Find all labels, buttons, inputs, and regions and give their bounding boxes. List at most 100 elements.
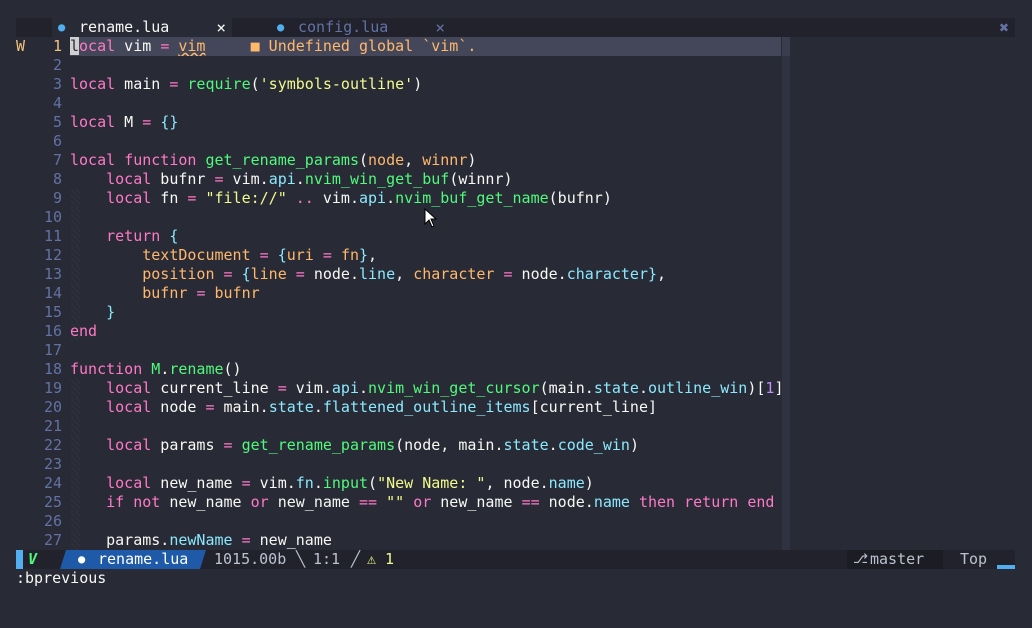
code-line[interactable]: 11 return { [16, 227, 1015, 246]
code-line[interactable]: 20 local node = main.state.flattened_out… [16, 398, 1015, 417]
code-text[interactable] [70, 512, 781, 531]
line-number: 21 [43, 417, 62, 435]
warning-count: 1 [385, 550, 395, 568]
separator: ╱ [351, 550, 361, 568]
line-number: 14 [43, 284, 62, 302]
code-line[interactable]: 9 local fn = "file://" .. vim.api.nvim_b… [16, 189, 1015, 208]
code-text[interactable]: bufnr = bufnr [70, 284, 781, 303]
git-branch-label: master [870, 550, 925, 568]
code-line[interactable]: 6 [16, 132, 1015, 151]
line-number: 19 [43, 379, 62, 397]
code-text[interactable]: local new_name = vim.fn.input("New Name:… [70, 474, 781, 493]
code-text[interactable]: local vim = vim ■ Undefined global `vim`… [70, 37, 781, 56]
line-number: 23 [43, 455, 62, 473]
line-number: 7 [52, 151, 62, 169]
code-line[interactable]: 22 local params = get_rename_params(node… [16, 436, 1015, 455]
code-line[interactable]: 3 local main = require('symbols-outline') [16, 75, 1015, 94]
code-line[interactable]: 19 local current_line = vim.api.nvim_win… [16, 379, 1015, 398]
code-text[interactable] [70, 341, 781, 360]
code-text[interactable]: local params = get_rename_params(node, m… [70, 436, 781, 455]
code-text[interactable] [70, 417, 781, 436]
separator: ╲ [296, 550, 306, 568]
command-line[interactable]: :bprevious [16, 569, 1015, 588]
code-text[interactable]: local M = {} [70, 113, 781, 132]
code-line[interactable]: 4 [16, 94, 1015, 113]
code-line[interactable]: 2 [16, 56, 1015, 75]
terminal-window: ● rename.lua × ● config.lua × ✖ W 1 local … [16, 18, 1015, 598]
statusline-left-accent [16, 550, 23, 569]
code-text[interactable] [70, 94, 781, 113]
code-text[interactable]: local fn = "file://" .. vim.api.nvim_buf… [70, 189, 781, 208]
git-branch: ⎇ master [847, 550, 943, 569]
statusline-filename-label: rename.lua [98, 550, 189, 568]
tab-close-icon[interactable]: × [216, 18, 226, 37]
line-number: 9 [52, 189, 62, 207]
code-text[interactable]: function M.rename() [70, 360, 781, 379]
cursor-position: 1:1 [313, 550, 341, 568]
code-text[interactable] [70, 132, 781, 151]
tab-close-icon[interactable]: × [435, 18, 445, 37]
line-number: 18 [43, 360, 62, 378]
scroll-position: Top [960, 550, 988, 568]
line-number: 10 [43, 208, 62, 226]
line-number: 8 [52, 170, 62, 188]
code-text[interactable]: local function get_rename_params(node, w… [70, 151, 781, 170]
tab-label: rename.lua [79, 18, 170, 36]
code-line[interactable]: 21 [16, 417, 1015, 436]
line-number: 26 [43, 512, 62, 530]
line-number: 1 [52, 37, 62, 55]
line-number: 25 [43, 493, 62, 511]
lua-file-icon: ● [277, 20, 285, 34]
line-number: 15 [43, 303, 62, 321]
code-text[interactable]: local bufnr = vim.api.nvim_win_get_buf(w… [70, 170, 781, 189]
code-text[interactable] [70, 56, 781, 75]
code-line[interactable]: 8 local bufnr = vim.api.nvim_win_get_buf… [16, 170, 1015, 189]
code-line[interactable]: 18 function M.rename() [16, 360, 1015, 379]
code-line[interactable]: 23 [16, 455, 1015, 474]
line-number: 27 [43, 531, 62, 549]
tab-rename-lua[interactable]: ● rename.lua × [52, 18, 232, 37]
code-text[interactable]: if not new_name or new_name == "" or new… [70, 493, 781, 512]
code-line[interactable]: 27 params.newName = new_name [16, 531, 1015, 550]
line-number: 2 [52, 56, 62, 74]
mode-indicator: V [28, 550, 38, 568]
code-editor[interactable]: W 1 local vim = vim ■ Undefined global `vi… [16, 37, 1015, 550]
close-all-icon[interactable]: ✖ [999, 18, 1009, 37]
line-number: 3 [52, 75, 62, 93]
code-text[interactable]: textDocument = {uri = fn}, [70, 246, 781, 265]
line-number: 12 [43, 246, 62, 264]
line-number: 4 [52, 94, 62, 112]
mouse-pointer-icon [424, 208, 438, 228]
code-line[interactable]: 7 local function get_rename_params(node, … [16, 151, 1015, 170]
line-number: 16 [43, 322, 62, 340]
code-line[interactable]: 16 end [16, 322, 1015, 341]
code-line[interactable]: 25 if not new_name or new_name == "" or … [16, 493, 1015, 512]
line-number: 5 [52, 113, 62, 131]
file-size: 1015.00b [214, 550, 287, 568]
code-text[interactable] [70, 455, 781, 474]
code-text[interactable]: local current_line = vim.api.nvim_win_ge… [70, 379, 781, 398]
lua-file-icon: ● [58, 20, 66, 34]
code-line[interactable]: 13 position = {line = node.line, charact… [16, 265, 1015, 284]
code-line[interactable]: 24 local new_name = vim.fn.input("New Na… [16, 474, 1015, 493]
git-branch-icon: ⎇ [853, 552, 868, 567]
code-text[interactable]: local main = require('symbols-outline') [70, 75, 781, 94]
code-text[interactable]: return { [70, 227, 781, 246]
code-text[interactable]: local node = main.state.flattened_outlin… [70, 398, 781, 417]
code-line[interactable]: 15 } [16, 303, 1015, 322]
tab-config-lua[interactable]: ● config.lua × [271, 18, 451, 37]
code-line[interactable]: 26 [16, 512, 1015, 531]
warning-icon: ⚠ [367, 550, 377, 568]
code-line[interactable]: 10 [16, 208, 1015, 227]
code-line[interactable]: 17 [16, 341, 1015, 360]
code-line[interactable]: 12 textDocument = {uri = fn}, [16, 246, 1015, 265]
code-text[interactable]: position = {line = node.line, character … [70, 265, 781, 284]
statusline-filename: ● rename.lua [60, 550, 206, 569]
code-text[interactable]: end [70, 322, 781, 341]
code-line[interactable]: 5 local M = {} [16, 113, 1015, 132]
code-line[interactable]: W 1 local vim = vim ■ Undefined global `vi… [16, 37, 1015, 56]
line-number: 13 [43, 265, 62, 283]
code-line[interactable]: 14 bufnr = bufnr [16, 284, 1015, 303]
code-text[interactable]: } [70, 303, 781, 322]
code-text[interactable]: params.newName = new_name [70, 531, 781, 550]
